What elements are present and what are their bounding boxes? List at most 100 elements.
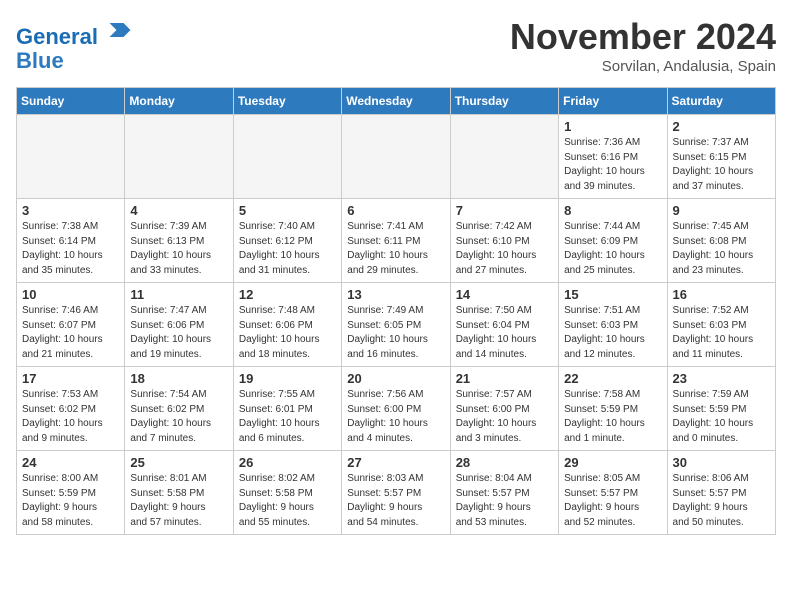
calendar-cell: 30 Sunrise: 8:06 AM Sunset: 5:57 PM Dayli…: [667, 451, 775, 535]
calendar-table: SundayMondayTuesdayWednesdayThursdayFrid…: [16, 87, 776, 535]
calendar-cell: [342, 115, 450, 199]
day-info: Sunrise: 8:04 AM Sunset: 5:57 PM Dayligh…: [456, 472, 553, 530]
calendar-cell: 29Sunrise: 8:05 AM Sunset: 5:57 PM Dayli…: [559, 451, 667, 535]
day-info: Sunrise: 7:38 AM Sunset: 6:14 PM Dayligh…: [22, 220, 119, 278]
calendar-cell: 8Sunrise: 7:44 AM Sunset: 6:09 PM Daylig…: [559, 199, 667, 283]
day-number: 14: [456, 287, 553, 302]
week-row-4: 17 Sunrise: 7:53 AM Sunset: 6:02 PM Dayli…: [17, 367, 776, 451]
day-info: Sunrise: 7:41 AM Sunset: 6:11 PM Dayligh…: [347, 220, 444, 278]
day-info: Sunrise: 7:46 AM Sunset: 6:07 PM Dayligh…: [22, 304, 119, 362]
day-info: Sunrise: 7:49 AM Sunset: 6:05 PM Dayligh…: [347, 304, 444, 362]
calendar-cell: 16 Sunrise: 7:52 AM Sunset: 6:03 PM Dayli…: [667, 283, 775, 367]
calendar-cell: [125, 115, 233, 199]
day-number: 27: [347, 455, 444, 470]
day-number: 22: [564, 371, 661, 386]
day-number: 18: [130, 371, 227, 386]
calendar-cell: 7Sunrise: 7:42 AM Sunset: 6:10 PM Daylig…: [450, 199, 558, 283]
day-info: Sunrise: 7:37 AM Sunset: 6:15 PM Dayligh…: [673, 136, 770, 194]
day-info: Sunrise: 8:02 AM Sunset: 5:58 PM Dayligh…: [239, 472, 336, 530]
day-info: Sunrise: 8:03 AM Sunset: 5:57 PM Dayligh…: [347, 472, 444, 530]
weekday-header-wednesday: Wednesday: [342, 88, 450, 115]
day-number: 15: [564, 287, 661, 302]
weekday-header-row: SundayMondayTuesdayWednesdayThursdayFrid…: [17, 88, 776, 115]
logo-text: General Blue: [16, 16, 134, 73]
calendar-cell: 3 Sunrise: 7:38 AM Sunset: 6:14 PM Daylig…: [17, 199, 125, 283]
day-number: 3: [22, 203, 119, 218]
day-info: Sunrise: 7:40 AM Sunset: 6:12 PM Dayligh…: [239, 220, 336, 278]
day-info: Sunrise: 7:50 AM Sunset: 6:04 PM Dayligh…: [456, 304, 553, 362]
calendar-cell: 28 Sunrise: 8:04 AM Sunset: 5:57 PM Dayli…: [450, 451, 558, 535]
calendar-cell: [450, 115, 558, 199]
day-info: Sunrise: 7:55 AM Sunset: 6:01 PM Dayligh…: [239, 388, 336, 446]
day-number: 6: [347, 203, 444, 218]
day-number: 19: [239, 371, 336, 386]
calendar-cell: 24Sunrise: 8:00 AM Sunset: 5:59 PM Dayli…: [17, 451, 125, 535]
day-number: 16: [673, 287, 770, 302]
day-info: Sunrise: 7:57 AM Sunset: 6:00 PM Dayligh…: [456, 388, 553, 446]
weekday-header-saturday: Saturday: [667, 88, 775, 115]
calendar-cell: 13 Sunrise: 7:49 AM Sunset: 6:05 PM Dayli…: [342, 283, 450, 367]
day-number: 28: [456, 455, 553, 470]
week-row-5: 24Sunrise: 8:00 AM Sunset: 5:59 PM Dayli…: [17, 451, 776, 535]
calendar-cell: 15 Sunrise: 7:51 AM Sunset: 6:03 PM Dayli…: [559, 283, 667, 367]
logo-general: General: [16, 24, 98, 49]
page-header: General Blue November 2024 Sorvilan, And…: [16, 16, 776, 75]
week-row-2: 3 Sunrise: 7:38 AM Sunset: 6:14 PM Daylig…: [17, 199, 776, 283]
weekday-header-sunday: Sunday: [17, 88, 125, 115]
weekday-header-monday: Monday: [125, 88, 233, 115]
logo-blue: Blue: [16, 48, 64, 73]
day-info: Sunrise: 8:01 AM Sunset: 5:58 PM Dayligh…: [130, 472, 227, 530]
day-number: 23: [673, 371, 770, 386]
calendar-cell: 6 Sunrise: 7:41 AM Sunset: 6:11 PM Daylig…: [342, 199, 450, 283]
weekday-header-friday: Friday: [559, 88, 667, 115]
location: Sorvilan, Andalusia, Spain: [510, 58, 776, 75]
weekday-header-thursday: Thursday: [450, 88, 558, 115]
calendar-cell: 17 Sunrise: 7:53 AM Sunset: 6:02 PM Dayli…: [17, 367, 125, 451]
calendar-cell: 21 Sunrise: 7:57 AM Sunset: 6:00 PM Dayli…: [450, 367, 558, 451]
calendar-cell: 18 Sunrise: 7:54 AM Sunset: 6:02 PM Dayli…: [125, 367, 233, 451]
day-info: Sunrise: 7:54 AM Sunset: 6:02 PM Dayligh…: [130, 388, 227, 446]
day-number: 20: [347, 371, 444, 386]
logo: General Blue: [16, 16, 134, 73]
calendar-cell: 20 Sunrise: 7:56 AM Sunset: 6:00 PM Dayli…: [342, 367, 450, 451]
day-info: Sunrise: 7:52 AM Sunset: 6:03 PM Dayligh…: [673, 304, 770, 362]
calendar-cell: 5 Sunrise: 7:40 AM Sunset: 6:12 PM Daylig…: [233, 199, 341, 283]
day-info: Sunrise: 7:48 AM Sunset: 6:06 PM Dayligh…: [239, 304, 336, 362]
day-number: 21: [456, 371, 553, 386]
calendar-cell: 14 Sunrise: 7:50 AM Sunset: 6:04 PM Dayli…: [450, 283, 558, 367]
day-number: 9: [673, 203, 770, 218]
calendar-cell: 22 Sunrise: 7:58 AM Sunset: 5:59 PM Dayli…: [559, 367, 667, 451]
day-info: Sunrise: 8:06 AM Sunset: 5:57 PM Dayligh…: [673, 472, 770, 530]
day-number: 17: [22, 371, 119, 386]
calendar-cell: 26 Sunrise: 8:02 AM Sunset: 5:58 PM Dayli…: [233, 451, 341, 535]
day-number: 5: [239, 203, 336, 218]
day-info: Sunrise: 7:51 AM Sunset: 6:03 PM Dayligh…: [564, 304, 661, 362]
calendar-cell: 25 Sunrise: 8:01 AM Sunset: 5:58 PM Dayli…: [125, 451, 233, 535]
day-number: 12: [239, 287, 336, 302]
day-number: 26: [239, 455, 336, 470]
day-number: 13: [347, 287, 444, 302]
day-info: Sunrise: 7:56 AM Sunset: 6:00 PM Dayligh…: [347, 388, 444, 446]
month-title: November 2024: [510, 16, 776, 58]
day-info: Sunrise: 7:53 AM Sunset: 6:02 PM Dayligh…: [22, 388, 119, 446]
day-number: 11: [130, 287, 227, 302]
calendar-cell: 2 Sunrise: 7:37 AM Sunset: 6:15 PM Daylig…: [667, 115, 775, 199]
calendar-cell: 1 Sunrise: 7:36 AM Sunset: 6:16 PM Daylig…: [559, 115, 667, 199]
day-info: Sunrise: 7:58 AM Sunset: 5:59 PM Dayligh…: [564, 388, 661, 446]
day-number: 29: [564, 455, 661, 470]
day-info: Sunrise: 7:45 AM Sunset: 6:08 PM Dayligh…: [673, 220, 770, 278]
calendar-cell: 19 Sunrise: 7:55 AM Sunset: 6:01 PM Dayli…: [233, 367, 341, 451]
week-row-3: 10Sunrise: 7:46 AM Sunset: 6:07 PM Dayli…: [17, 283, 776, 367]
day-number: 1: [564, 119, 661, 134]
day-info: Sunrise: 7:47 AM Sunset: 6:06 PM Dayligh…: [130, 304, 227, 362]
day-info: Sunrise: 7:44 AM Sunset: 6:09 PM Dayligh…: [564, 220, 661, 278]
day-info: Sunrise: 8:00 AM Sunset: 5:59 PM Dayligh…: [22, 472, 119, 530]
day-number: 30: [673, 455, 770, 470]
calendar-cell: 27 Sunrise: 8:03 AM Sunset: 5:57 PM Dayli…: [342, 451, 450, 535]
day-number: 2: [673, 119, 770, 134]
day-number: 25: [130, 455, 227, 470]
day-info: Sunrise: 7:36 AM Sunset: 6:16 PM Dayligh…: [564, 136, 661, 194]
logo-arrow-icon: [106, 16, 134, 44]
calendar-cell: 10Sunrise: 7:46 AM Sunset: 6:07 PM Dayli…: [17, 283, 125, 367]
day-info: Sunrise: 7:39 AM Sunset: 6:13 PM Dayligh…: [130, 220, 227, 278]
